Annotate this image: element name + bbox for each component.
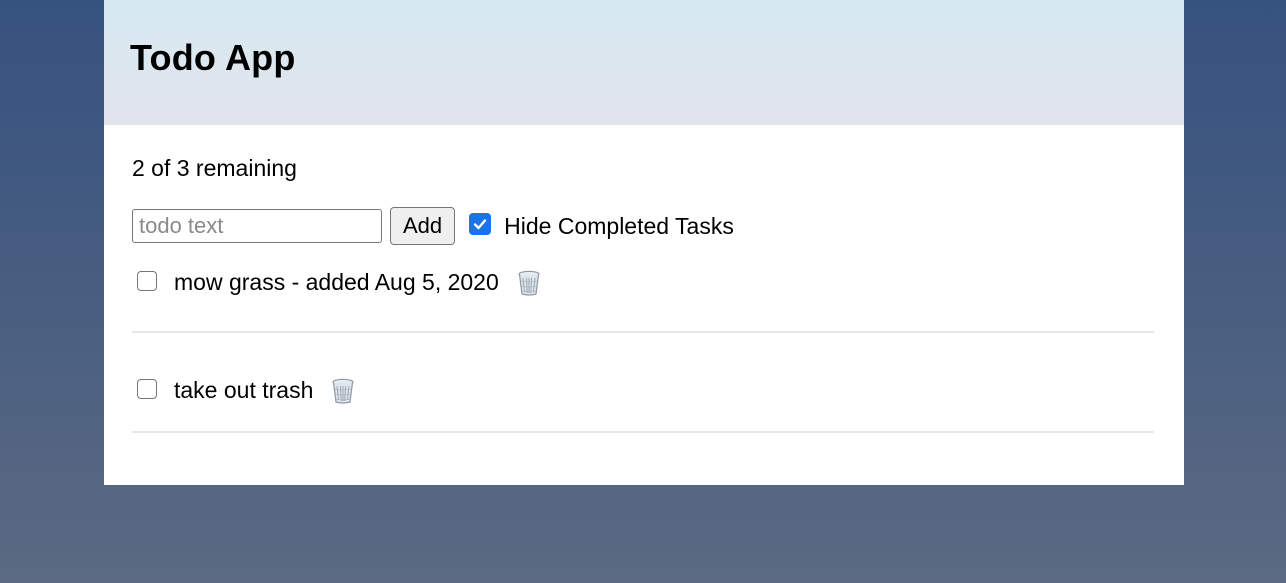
todo-checkbox[interactable]: [137, 271, 157, 291]
todo-text: mow grass - added Aug 5, 2020: [174, 269, 499, 295]
app-header: Todo App: [104, 0, 1184, 125]
todo-item: mow grass - added Aug 5, 2020: [132, 269, 1154, 333]
app-title: Todo App: [130, 37, 296, 78]
todo-item: take out trash: [132, 333, 1154, 433]
todo-text: take out trash: [174, 377, 314, 403]
trash-icon[interactable]: [517, 270, 541, 296]
remaining-count: 2 of 3 remaining: [132, 155, 297, 181]
todo-checkbox[interactable]: [137, 379, 157, 399]
todo-item-row: take out trash: [174, 377, 355, 404]
todo-app: Todo App 2 of 3 remaining Add Hide Compl…: [104, 0, 1184, 485]
hide-completed-checkbox[interactable]: [469, 213, 492, 235]
todo-item-row: mow grass - added Aug 5, 2020: [174, 269, 541, 296]
checkmark-icon: [473, 219, 487, 230]
todo-list: mow grass - added Aug 5, 2020 take out t…: [132, 269, 1154, 433]
trash-icon[interactable]: [331, 378, 355, 404]
hide-completed-label: Hide Completed Tasks: [504, 212, 734, 239]
hide-completed-toggle[interactable]: Hide Completed Tasks: [469, 213, 734, 240]
todo-text-input[interactable]: [132, 209, 382, 243]
add-todo-form: Add Hide Completed Tasks: [132, 207, 734, 245]
add-button[interactable]: Add: [390, 207, 456, 245]
